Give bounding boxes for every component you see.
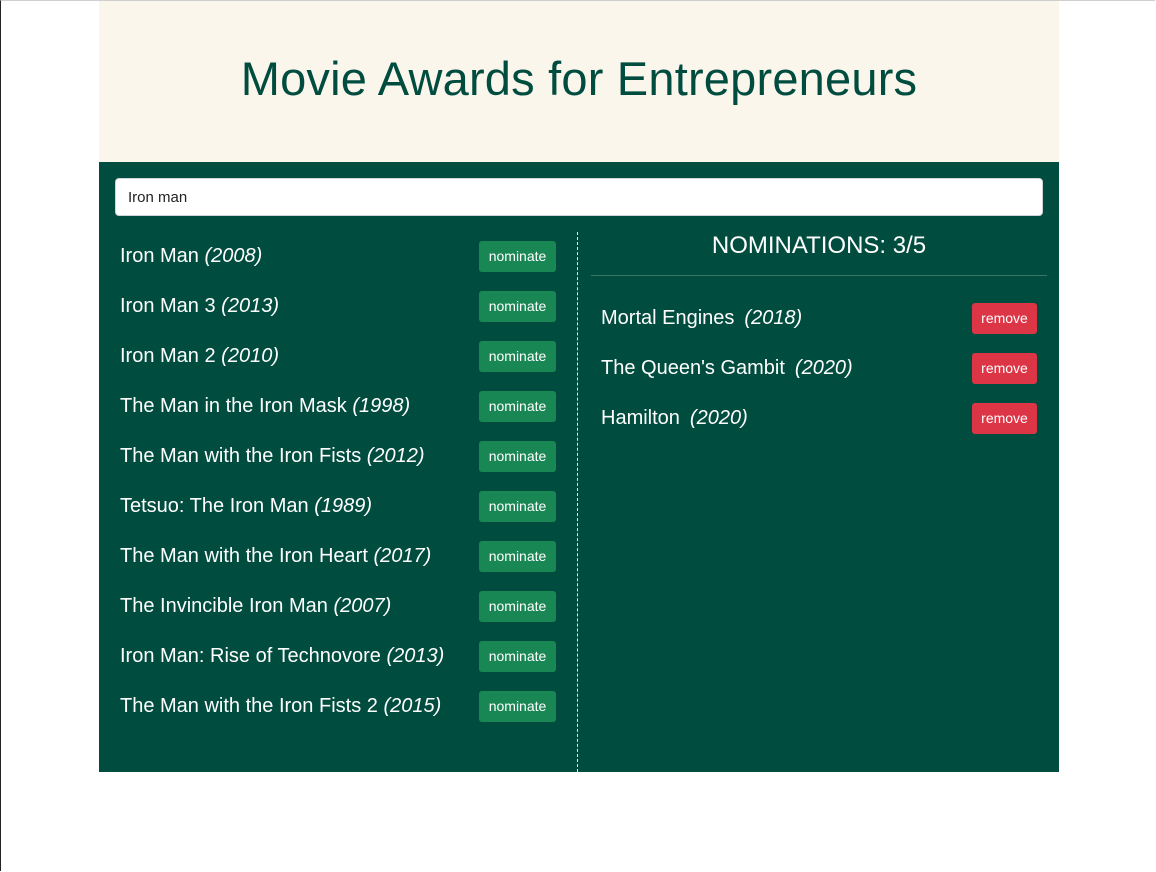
page-header: Movie Awards for Entrepreneurs (99, 1, 1059, 162)
nominate-button[interactable]: nominate (479, 390, 556, 422)
list-item: The Invincible Iron Man (2007) nominate (120, 590, 556, 622)
nominate-button[interactable]: nominate (479, 490, 556, 522)
search-results-list: Iron Man (2008) nominate Iron Man 3 (201… (99, 232, 578, 772)
movie-title: The Man with the Iron Fists (2012) (120, 444, 425, 467)
movie-title: Hamilton (2020) (601, 406, 748, 429)
nominate-button[interactable]: nominate (479, 590, 556, 622)
nominate-button[interactable]: nominate (479, 440, 556, 472)
nomination-item: Mortal Engines (2018) remove (601, 302, 1037, 334)
nominate-button[interactable]: nominate (479, 240, 556, 272)
movie-title: Iron Man 3 (2013) (120, 294, 279, 317)
movie-title: The Man in the Iron Mask (1998) (120, 394, 411, 417)
nominate-button[interactable]: nominate (479, 640, 556, 672)
movie-title: The Man with the Iron Heart (2017) (120, 544, 432, 567)
search-input[interactable] (115, 178, 1043, 216)
movie-title: Iron Man 2 (2010) (120, 344, 279, 367)
list-item: Iron Man (2008) nominate (120, 240, 556, 272)
remove-button[interactable]: remove (972, 402, 1037, 434)
movie-title: Tetsuo: The Iron Man (1989) (120, 494, 372, 517)
app-container: Movie Awards for Entrepreneurs Iron Man … (99, 1, 1059, 772)
list-item: The Man with the Iron Heart (2017) nomin… (120, 540, 556, 572)
remove-button[interactable]: remove (972, 352, 1037, 384)
movie-title: Iron Man (2008) (120, 244, 263, 267)
nomination-item: The Queen's Gambit (2020) remove (601, 352, 1037, 384)
movie-title: The Man with the Iron Fists 2 (2015) (120, 694, 442, 717)
nominate-button[interactable]: nominate (479, 340, 556, 372)
nominate-button[interactable]: nominate (479, 540, 556, 572)
remove-button[interactable]: remove (972, 302, 1037, 334)
list-item: Iron Man 2 (2010) nominate (120, 340, 556, 372)
list-item: The Man with the Iron Fists 2 (2015) nom… (120, 690, 556, 722)
nominate-button[interactable]: nominate (479, 290, 556, 322)
list-item: Tetsuo: The Iron Man (1989) nominate (120, 490, 556, 522)
movie-title: The Invincible Iron Man (2007) (120, 594, 392, 617)
movie-title: Mortal Engines (2018) (601, 306, 803, 329)
nomination-item: Hamilton (2020) remove (601, 402, 1037, 434)
nominations-panel: NOMINATIONS: 3/5 Mortal Engines (2018) re… (579, 232, 1059, 772)
nominations-heading: NOMINATIONS: 3/5 (591, 232, 1047, 276)
list-item: The Man in the Iron Mask (1998) nominate (120, 390, 556, 422)
movie-title: Iron Man: Rise of Technovore (2013) (120, 644, 445, 667)
main-panel: Iron Man (2008) nominate Iron Man 3 (201… (99, 162, 1059, 772)
page-title: Movie Awards for Entrepreneurs (240, 52, 918, 105)
movie-title: The Queen's Gambit (2020) (601, 356, 853, 379)
list-item: Iron Man 3 (2013) nominate (120, 290, 556, 322)
nominate-button[interactable]: nominate (479, 690, 556, 722)
list-item: The Man with the Iron Fists (2012) nomin… (120, 440, 556, 472)
list-item: Iron Man: Rise of Technovore (2013) nomi… (120, 640, 556, 672)
